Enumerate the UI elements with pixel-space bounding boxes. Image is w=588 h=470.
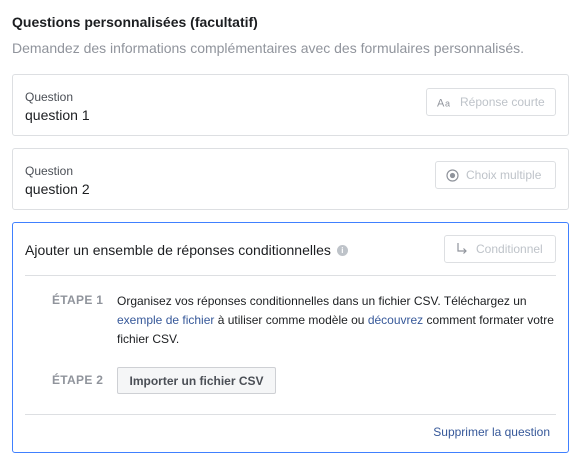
conditional-type-label: Conditionnel <box>476 242 543 256</box>
section-subtitle: Demandez des informations complémentaire… <box>12 40 525 56</box>
step-1-label: ÉTAPE 1 <box>52 293 104 307</box>
sample-file-link[interactable]: exemple de fichier <box>117 313 214 327</box>
divider <box>25 414 556 415</box>
step-1-text: Organisez vos réponses conditionnelles d… <box>117 292 557 349</box>
svg-text:a: a <box>445 99 450 108</box>
conditional-type-button[interactable]: Conditionnel <box>444 235 556 263</box>
question-card-2[interactable]: Question question 2 Choix multiple <box>12 148 569 210</box>
conditional-title: Ajouter un ensemble de réponses conditio… <box>25 242 331 258</box>
info-icon[interactable]: i <box>336 244 348 256</box>
delete-question-link[interactable]: Supprimer la question <box>433 425 550 439</box>
question-card-1[interactable]: Question question 1 Aa Réponse courte <box>12 74 569 136</box>
step-1-text-before: Organisez vos réponses conditionnelles d… <box>117 294 527 308</box>
branch-arrow-icon <box>455 242 469 256</box>
short-answer-label: Réponse courte <box>460 95 545 109</box>
step-1-text-middle: à utiliser comme modèle ou <box>217 313 365 327</box>
question-label: Question <box>25 164 74 178</box>
multiple-choice-label: Choix multiple <box>466 168 542 182</box>
divider <box>25 275 556 276</box>
multiple-choice-type-button[interactable]: Choix multiple <box>435 161 556 189</box>
text-aa-icon: Aa <box>437 97 453 108</box>
radio-icon <box>446 168 459 182</box>
question-value[interactable]: question 2 <box>25 181 90 197</box>
short-answer-type-button[interactable]: Aa Réponse courte <box>426 88 556 116</box>
conditional-card: Ajouter un ensemble de réponses conditio… <box>12 222 569 453</box>
learn-more-link[interactable]: découvrez <box>368 313 423 327</box>
conditional-title-row: Ajouter un ensemble de réponses conditio… <box>25 242 348 258</box>
section-title: Questions personnalisées (facultatif) <box>12 14 258 30</box>
step-2-label: ÉTAPE 2 <box>52 373 104 387</box>
import-csv-button[interactable]: Importer un fichier CSV <box>117 367 276 394</box>
question-value[interactable]: question 1 <box>25 107 90 123</box>
question-label: Question <box>25 90 74 104</box>
svg-text:A: A <box>437 98 445 108</box>
